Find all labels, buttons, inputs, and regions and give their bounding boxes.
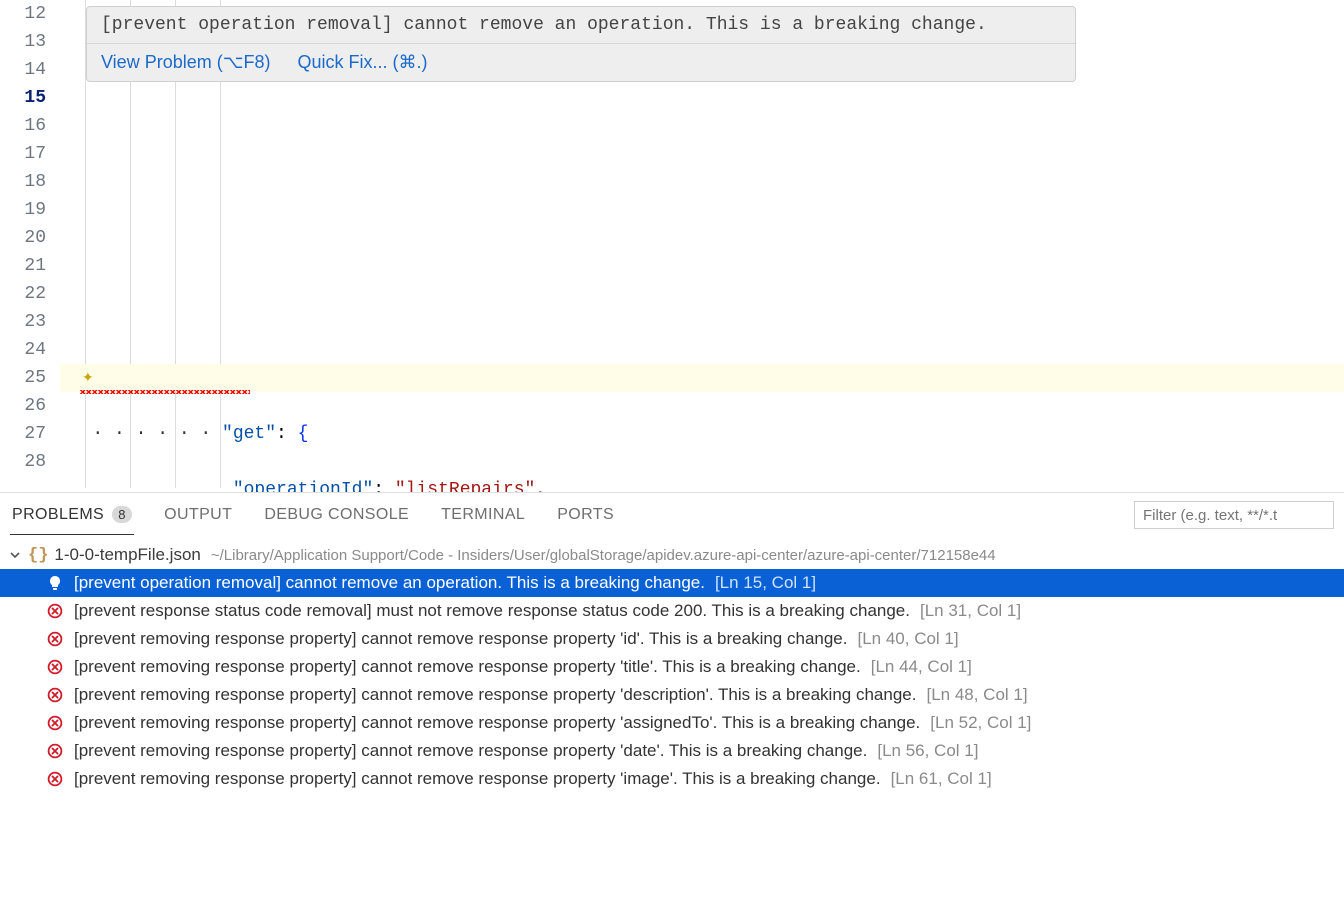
- bottom-panel: PROBLEMS 8 OUTPUT DEBUG CONSOLE TERMINAL…: [0, 492, 1344, 904]
- line-number: 13: [0, 28, 46, 56]
- tab-problems[interactable]: PROBLEMS 8: [10, 496, 134, 535]
- line-number: 21: [0, 252, 46, 280]
- tab-ports[interactable]: PORTS: [555, 496, 616, 534]
- problem-message: [prevent removing response property] can…: [74, 629, 847, 649]
- lightbulb-icon: [46, 574, 64, 592]
- problem-message: [prevent removing response property] can…: [74, 769, 881, 789]
- chevron-down-icon[interactable]: [8, 548, 22, 562]
- problem-message: [prevent operation removal] cannot remov…: [74, 573, 705, 593]
- error-icon: [46, 770, 64, 788]
- line-number: 14: [0, 56, 46, 84]
- error-squiggle: [80, 390, 250, 394]
- problem-location: [Ln 31, Col 1]: [920, 601, 1021, 621]
- tooltip-actions: View Problem (⌥F8) Quick Fix... (⌘.): [87, 43, 1075, 81]
- line-number: 18: [0, 168, 46, 196]
- sparkle-icon[interactable]: ✦: [82, 365, 94, 393]
- problem-message: [prevent removing response property] can…: [74, 685, 916, 705]
- problems-count-badge: 8: [112, 506, 132, 523]
- quick-fix-action[interactable]: Quick Fix... (⌘.): [297, 52, 427, 72]
- error-icon: [46, 714, 64, 732]
- line-number: 19: [0, 196, 46, 224]
- error-icon: [46, 742, 64, 760]
- line-number: 22: [0, 280, 46, 308]
- problem-location: [Ln 44, Col 1]: [871, 657, 972, 677]
- problem-row[interactable]: [prevent response status code removal] m…: [0, 597, 1344, 625]
- line-number: 25: [0, 364, 46, 392]
- problem-row[interactable]: [prevent removing response property] can…: [0, 709, 1344, 737]
- problem-location: [Ln 48, Col 1]: [926, 685, 1027, 705]
- panel-tablist: PROBLEMS 8 OUTPUT DEBUG CONSOLE TERMINAL…: [0, 493, 1344, 537]
- problem-location: [Ln 52, Col 1]: [930, 713, 1031, 733]
- problems-list: {} 1-0-0-tempFile.json ~/Library/Applica…: [0, 537, 1344, 797]
- tab-output[interactable]: OUTPUT: [162, 496, 234, 534]
- problem-location: [Ln 40, Col 1]: [857, 629, 958, 649]
- error-icon: [46, 658, 64, 676]
- problems-file-group[interactable]: {} 1-0-0-tempFile.json ~/Library/Applica…: [0, 541, 1344, 569]
- file-path: ~/Library/Application Support/Code - Ins…: [211, 547, 996, 564]
- line-number: 12: [0, 0, 46, 28]
- code-line[interactable]: ✦ · · · · · · "get": {: [60, 364, 1344, 392]
- problems-filter-input[interactable]: [1134, 501, 1334, 529]
- problem-location: [Ln 56, Col 1]: [877, 741, 978, 761]
- problem-location: [Ln 15, Col 1]: [715, 573, 816, 593]
- json-key: "get": [222, 424, 276, 444]
- line-number-gutter: 12 13 14 15 16 17 18 19 20 21 22 23 24 2…: [0, 0, 60, 488]
- error-icon: [46, 602, 64, 620]
- line-number: 16: [0, 112, 46, 140]
- problem-message: [prevent response status code removal] m…: [74, 601, 910, 621]
- tab-debug-console[interactable]: DEBUG CONSOLE: [262, 496, 411, 534]
- problem-message: [prevent removing response property] can…: [74, 713, 920, 733]
- error-icon: [46, 686, 64, 704]
- problem-row[interactable]: [prevent removing response property] can…: [0, 681, 1344, 709]
- line-number: 28: [0, 448, 46, 476]
- problem-row[interactable]: [prevent removing response property] can…: [0, 625, 1344, 653]
- problem-location: [Ln 61, Col 1]: [891, 769, 992, 789]
- line-number: 26: [0, 392, 46, 420]
- view-problem-action[interactable]: View Problem (⌥F8): [101, 52, 270, 72]
- problem-message: [prevent removing response property] can…: [74, 657, 861, 677]
- problem-message: [prevent removing response property] can…: [74, 741, 867, 761]
- problem-hover-tooltip: [prevent operation removal] cannot remov…: [86, 6, 1076, 82]
- line-number: 27: [0, 420, 46, 448]
- problem-row[interactable]: [prevent removing response property] can…: [0, 737, 1344, 765]
- line-number: 15: [0, 84, 46, 112]
- tooltip-text: [prevent operation removal] cannot remov…: [87, 7, 1075, 43]
- line-number: 17: [0, 140, 46, 168]
- line-number: 23: [0, 308, 46, 336]
- code-editor[interactable]: 12 13 14 15 16 17 18 19 20 21 22 23 24 2…: [0, 0, 1344, 488]
- tab-label: PROBLEMS: [12, 506, 104, 524]
- line-number: 24: [0, 336, 46, 364]
- problem-row[interactable]: [prevent removing response property] can…: [0, 653, 1344, 681]
- line-number: 20: [0, 224, 46, 252]
- error-icon: [46, 630, 64, 648]
- json-file-icon: {}: [28, 546, 48, 565]
- tab-terminal[interactable]: TERMINAL: [439, 496, 527, 534]
- problem-row[interactable]: [prevent removing response property] can…: [0, 765, 1344, 793]
- file-name: 1-0-0-tempFile.json: [54, 545, 200, 565]
- problem-row[interactable]: [prevent operation removal] cannot remov…: [0, 569, 1344, 597]
